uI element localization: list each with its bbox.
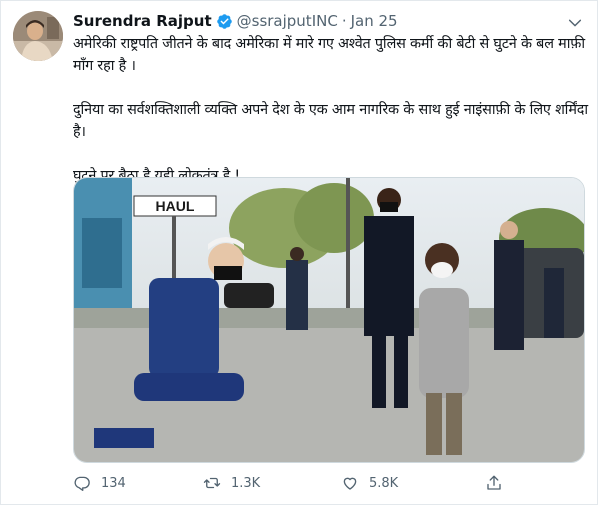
tweet-date[interactable]: Jan 25 [351, 11, 398, 31]
tweet-paragraph: दुनिया का सर्वशक्तिशाली व्यक्ति अपने देश… [73, 102, 588, 140]
tweet-card[interactable]: Surendra Rajput @ssrajputINC · Jan 25 अम… [0, 0, 598, 505]
author-name[interactable]: Surendra Rajput [73, 11, 212, 31]
reply-icon [74, 476, 90, 491]
reply-count: 134 [101, 475, 126, 491]
heart-icon [343, 477, 357, 490]
reply-button[interactable]: 134 [73, 471, 203, 495]
retweet-button[interactable]: 1.3K [203, 471, 341, 495]
like-button[interactable]: 5.8K [341, 471, 485, 495]
retweet-icon [203, 477, 221, 489]
avatar[interactable] [13, 11, 63, 61]
separator-dot: · [341, 12, 347, 30]
tweet-header: Surendra Rajput @ssrajputINC · Jan 25 [73, 11, 398, 31]
share-icon [487, 475, 501, 490]
share-button[interactable] [485, 471, 515, 495]
tweet-paragraph: अमेरिकी राष्ट्रपति जीतने के बाद अमेरिका … [73, 36, 585, 74]
verified-badge-icon [216, 13, 232, 29]
photo-sign: HAUL [156, 198, 195, 214]
like-count: 5.8K [369, 475, 399, 491]
retweet-count: 1.3K [231, 475, 261, 491]
tweet-photo[interactable]: HAUL [73, 177, 585, 463]
avatar-image [13, 11, 63, 61]
tweet-actions: 134 1.3K 5.8K [73, 471, 523, 495]
author-handle[interactable]: @ssrajputINC [237, 11, 338, 31]
chevron-down-icon[interactable] [567, 15, 583, 31]
